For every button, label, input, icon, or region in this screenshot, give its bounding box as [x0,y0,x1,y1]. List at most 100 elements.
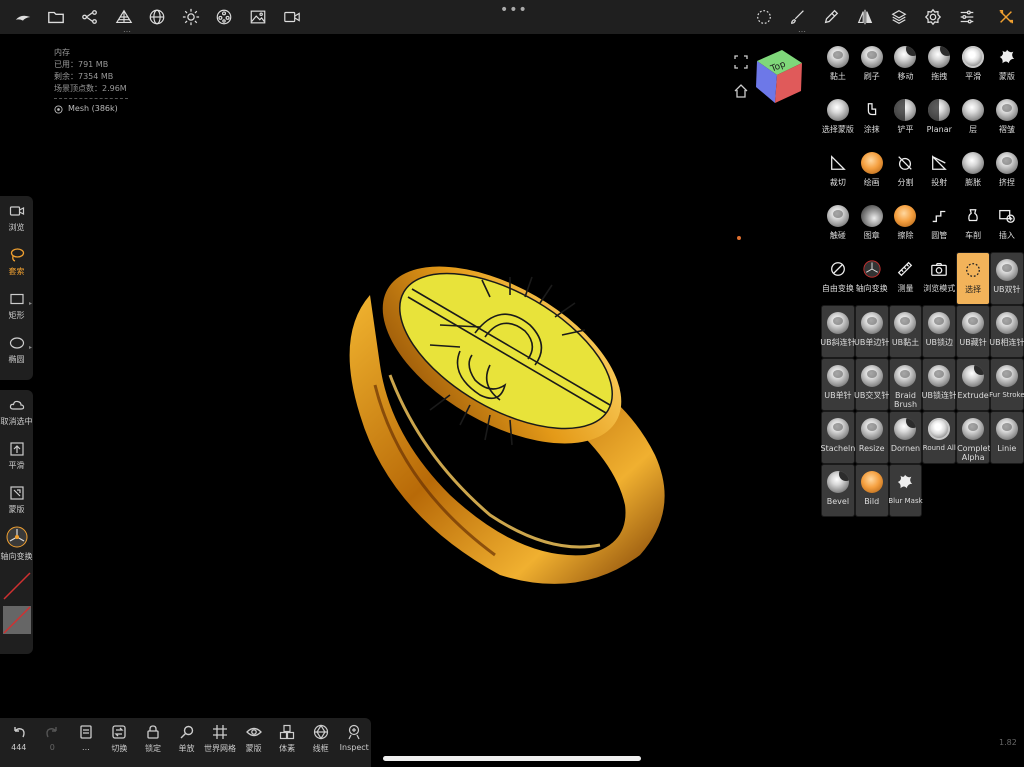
brush-19[interactable]: 图章 [855,199,889,252]
layers-icon[interactable] [888,6,910,28]
brush-21[interactable]: 圆管 [922,199,956,252]
brush-48[interactable]: Bevel [821,464,855,517]
mask-view-button[interactable]: 蒙版 [237,718,271,767]
brush-22[interactable]: 车削 [956,199,990,252]
brush-0[interactable]: 黏土 [821,40,855,93]
brush-16[interactable]: 膨胀 [956,146,990,199]
brush-11[interactable]: 褶皱 [990,93,1024,146]
brush-49[interactable]: Bild [854,464,889,517]
brush-18[interactable]: 触碰 [821,199,855,252]
brush-42[interactable]: Stacheln [821,411,855,464]
brush-7[interactable]: 涂抹 [855,93,889,146]
brush-sphere-icon [894,258,916,280]
brush-30[interactable]: UB斜连针 [820,305,856,358]
scene-graph-icon[interactable] [79,6,101,28]
brush-14[interactable]: 分割 [889,146,923,199]
image-icon[interactable] [247,6,269,28]
action-deselect[interactable]: 取消选中 [0,390,33,434]
brush-43[interactable]: Resize [854,411,889,464]
settings-icon[interactable] [922,6,944,28]
brush-sphere-icon [860,312,883,334]
action-smooth[interactable]: 平滑 [0,434,33,478]
history-button[interactable]: ... [69,718,103,767]
sphere-grid-icon[interactable] [146,6,168,28]
brush-20[interactable]: 擦除 [889,199,923,252]
brush-45[interactable]: Round All [922,411,957,464]
brush-6[interactable]: 选择蒙版 [821,93,855,146]
brush-23[interactable]: 插入 [990,199,1024,252]
brush-46[interactable]: Complete Alpha [956,411,996,464]
brush-44[interactable]: Dornen [888,411,923,464]
brush-25[interactable]: 轴向变换 [855,252,889,305]
brush-5[interactable]: 蒙版 [990,40,1024,93]
brush-39[interactable]: UB锁连针 [921,358,957,411]
fullscreen-icon[interactable] [733,54,749,70]
material-icon[interactable] [213,6,235,28]
brush-33[interactable]: UB锁边 [922,305,957,358]
brush-27[interactable]: 浏览模式 [922,252,956,305]
lasso-select-icon[interactable] [753,6,775,28]
tool-camera-label: 浏览 [8,223,25,232]
tools-icon[interactable] [995,6,1017,28]
brush-31[interactable]: UB单边针 [854,305,889,358]
color-swatch[interactable] [2,606,31,634]
brush-47[interactable]: Linie [989,411,1024,464]
brush-2[interactable]: 移动 [889,40,923,93]
brush-label: UB锁连针 [921,391,957,400]
lock-button[interactable]: 锁定 [136,718,170,767]
brush-4[interactable]: 平滑 [956,40,990,93]
gold-signet-ring-model[interactable] [330,255,690,595]
brush-28[interactable]: 选择 [956,252,990,305]
brush-32[interactable]: UB黏土 [888,305,923,358]
brush-1[interactable]: 刷子 [855,40,889,93]
brush-3[interactable]: 拖拽 [922,40,956,93]
action-axis-transform[interactable]: 轴向变换 [0,522,33,566]
mask-view-label: 蒙版 [245,744,262,753]
brush-8[interactable]: 铲平 [889,93,923,146]
brush-24[interactable]: 自由变换 [821,252,855,305]
home-indicator[interactable] [383,756,641,761]
view-cube[interactable]: Top [752,47,806,107]
redo-button[interactable]: 0 [36,718,70,767]
wireframe-button[interactable]: 线框 [304,718,338,767]
brush-9[interactable]: Planar [922,93,956,146]
world-grid-button[interactable]: 世界网格 [203,718,237,767]
solo-button[interactable]: 单放 [170,718,204,767]
brush-29[interactable]: UB双针 [989,252,1024,305]
sliders-icon[interactable] [956,6,978,28]
home-view-icon[interactable] [733,83,749,99]
dropper-icon[interactable] [820,6,842,28]
tool-ellipse[interactable]: 椭圆 ▸ [0,328,33,372]
brush-15[interactable]: 投射 [922,146,956,199]
no-texture-swatch[interactable] [2,572,31,600]
brush-12[interactable]: 裁切 [821,146,855,199]
tool-camera[interactable]: 浏览 [0,196,33,240]
undo-button[interactable]: 444 [2,718,36,767]
folder-icon[interactable] [45,6,67,28]
brush-34[interactable]: UB藏针 [956,305,990,358]
tool-rectangle[interactable]: 矩形 ▸ [0,284,33,328]
mesh-info[interactable]: Mesh (386k) [54,103,128,115]
action-mask[interactable]: 蒙版 [0,478,33,522]
toggle-button[interactable]: 切换 [103,718,137,767]
camera-icon[interactable] [281,6,303,28]
brush-35[interactable]: UB相连针 [989,305,1024,358]
more-dots[interactable]: ••• [500,2,528,18]
app-version: 1.82 [999,738,1017,747]
voxel-button[interactable]: 体素 [270,718,304,767]
brush-37[interactable]: UB交叉针 [854,358,889,411]
brush-40[interactable]: Extrude [956,358,990,411]
symmetry-icon[interactable] [854,6,876,28]
tool-lasso[interactable]: 套索 [0,240,33,284]
brush-38[interactable]: Braid Brush [888,358,923,411]
brush-17[interactable]: 挤捏 [990,146,1024,199]
nomad-logo-icon[interactable] [12,6,34,28]
brush-50[interactable]: Blur Mask [888,464,923,517]
sun-icon[interactable] [180,6,202,28]
inspect-button[interactable]: Inspect [337,718,371,767]
brush-13[interactable]: 绘画 [855,146,889,199]
brush-36[interactable]: UB单针 [821,358,855,411]
brush-41[interactable]: Fur Stroke [989,358,1024,411]
brush-26[interactable]: 测量 [889,252,923,305]
brush-10[interactable]: 层 [956,93,990,146]
